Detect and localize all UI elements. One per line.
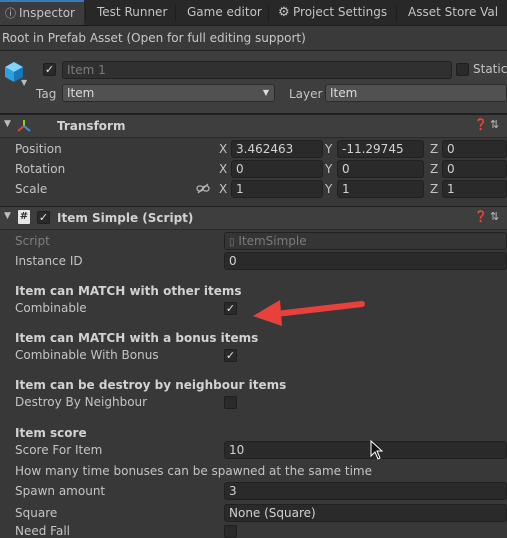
annotation-arrow xyxy=(253,300,365,326)
position-x-field[interactable]: 3.462463 xyxy=(231,140,323,158)
script-value: ItemSimple xyxy=(238,234,307,248)
item-simple-body: Script ▯ ItemSimple Instance ID 0 Item c… xyxy=(0,230,507,538)
tab-project-settings-label: Project Settings xyxy=(293,5,388,19)
tab-divider xyxy=(85,4,86,21)
axis-x-label: X xyxy=(219,162,228,176)
combinable-bonus-label: Combinable With Bonus xyxy=(15,348,159,362)
need-fall-checkbox[interactable] xyxy=(224,525,237,538)
combinable-checkbox[interactable]: ✓ xyxy=(224,302,237,315)
layer-dropdown[interactable]: Item xyxy=(325,84,507,102)
inspector-icon: ⓘ xyxy=(5,7,16,20)
constrain-link-icon[interactable] xyxy=(196,183,210,194)
tab-divider xyxy=(175,4,176,21)
combinable-label: Combinable xyxy=(15,301,87,315)
scale-z-field[interactable]: 1 xyxy=(442,180,507,198)
script-field: ▯ ItemSimple xyxy=(224,232,507,250)
object-name-field[interactable]: Item 1 xyxy=(62,61,452,79)
axis-y-label: Y xyxy=(325,182,333,196)
score-for-item-field[interactable]: 10 xyxy=(224,441,507,459)
tab-divider xyxy=(268,4,269,21)
layer-label: Layer xyxy=(289,87,323,101)
axis-x-label: X xyxy=(219,182,228,196)
tab-asset-store[interactable]: Asset Store Val xyxy=(408,0,498,25)
layer-value: Item xyxy=(330,86,358,100)
combinable-bonus-checkbox[interactable]: ✓ xyxy=(224,349,237,362)
transform-title: Transform xyxy=(57,119,126,133)
preset-icon[interactable]: ⇅ xyxy=(490,118,499,131)
axis-z-label: Z xyxy=(430,182,439,196)
square-label: Square xyxy=(15,506,58,520)
item-simple-title: Item Simple (Script) xyxy=(57,211,194,225)
rotation-label: Rotation xyxy=(15,162,66,176)
tab-bar: ⓘ Inspector Test Runner Game editor ⚙ Pr… xyxy=(0,0,507,26)
scale-y-field[interactable]: 1 xyxy=(337,180,424,198)
rotation-x-field[interactable]: 0 xyxy=(231,160,323,178)
scale-x-field[interactable]: 1 xyxy=(231,180,323,198)
transform-header[interactable]: ▼ Transform ❓ ⇅ xyxy=(0,114,507,138)
mouse-cursor-icon xyxy=(370,440,384,460)
destroy-heading: Item can be destroy by neighbour items xyxy=(15,378,287,392)
axis-z-label: Z xyxy=(430,162,439,176)
tab-test-runner[interactable]: Test Runner xyxy=(97,0,167,25)
chevron-down-icon: ▼ xyxy=(262,88,269,97)
position-z-field[interactable]: 0 xyxy=(442,140,507,158)
component-enabled-checkbox[interactable]: ✓ xyxy=(37,211,50,224)
prefab-banner: Root in Prefab Asset (Open for full edit… xyxy=(0,26,507,51)
tag-label: Tag xyxy=(36,87,57,101)
tag-value: Item xyxy=(67,86,95,100)
foldout-arrow-icon[interactable]: ▼ xyxy=(4,119,11,129)
active-checkbox[interactable]: ✓ xyxy=(43,63,56,76)
script-file-icon: ▯ xyxy=(229,237,235,248)
axis-x-label: X xyxy=(219,142,228,156)
tag-dropdown[interactable]: Item ▼ xyxy=(62,84,275,102)
help-icon[interactable]: ❓ xyxy=(474,118,488,131)
spawn-amount-field[interactable]: 3 xyxy=(224,482,507,500)
tab-asset-store-label: Asset Store Val xyxy=(408,5,499,19)
position-y-field[interactable]: -11.29745 xyxy=(337,140,424,158)
tab-game-editor[interactable]: Game editor xyxy=(187,0,262,25)
gameobject-header: ▼ ✓ Item 1 Static Tag Item ▼ Layer Item xyxy=(0,51,507,114)
preset-icon[interactable]: ⇅ xyxy=(490,210,499,223)
axis-y-label: Y xyxy=(325,142,333,156)
transform-axes-icon xyxy=(17,120,31,132)
help-icon[interactable]: ❓ xyxy=(474,210,488,223)
rotation-y-field[interactable]: 0 xyxy=(337,160,424,178)
axis-z-label: Z xyxy=(430,142,439,156)
bonus-heading: Item can MATCH with a bonus items xyxy=(15,331,259,345)
script-label: Script xyxy=(15,234,50,248)
need-fall-label: Need Fall xyxy=(15,524,70,538)
rotation-z-field[interactable]: 0 xyxy=(442,160,507,178)
foldout-arrow-icon[interactable]: ▼ xyxy=(4,211,11,221)
item-simple-header[interactable]: ▼ # ✓ Item Simple (Script) ❓ ⇅ xyxy=(0,206,507,230)
instance-id-field[interactable]: 0 xyxy=(224,252,507,270)
match-heading: Item can MATCH with other items xyxy=(15,284,242,298)
instance-id-label: Instance ID xyxy=(15,254,83,268)
tab-game-editor-label: Game editor xyxy=(187,5,262,19)
tab-inspector-label: Inspector xyxy=(19,6,75,20)
score-heading: Item score xyxy=(15,426,87,440)
settings-gear-icon: ⚙ xyxy=(278,5,290,20)
axis-y-label: Y xyxy=(325,162,333,176)
script-hash-icon: # xyxy=(18,210,30,224)
spawn-amount-label: Spawn amount xyxy=(15,484,106,498)
destroy-by-neighbour-checkbox[interactable] xyxy=(224,396,237,409)
static-checkbox[interactable] xyxy=(456,63,469,76)
icon-dropdown-caret-icon[interactable]: ▼ xyxy=(21,78,27,87)
tab-divider xyxy=(396,4,397,21)
transform-body: Position X 3.462463 Y -11.29745 Z 0 Rota… xyxy=(0,139,507,201)
scale-label: Scale xyxy=(15,182,48,196)
position-label: Position xyxy=(15,142,62,156)
tab-test-runner-label: Test Runner xyxy=(97,5,168,19)
bonus-note: How many time bonuses can be spawned at … xyxy=(15,464,372,478)
square-object-field[interactable]: None (Square) xyxy=(224,504,507,522)
static-label: Static xyxy=(473,62,507,76)
destroy-by-neighbour-label: Destroy By Neighbour xyxy=(15,395,148,409)
score-for-item-label: Score For Item xyxy=(15,443,103,457)
tab-inspector[interactable]: ⓘ Inspector xyxy=(0,0,84,25)
